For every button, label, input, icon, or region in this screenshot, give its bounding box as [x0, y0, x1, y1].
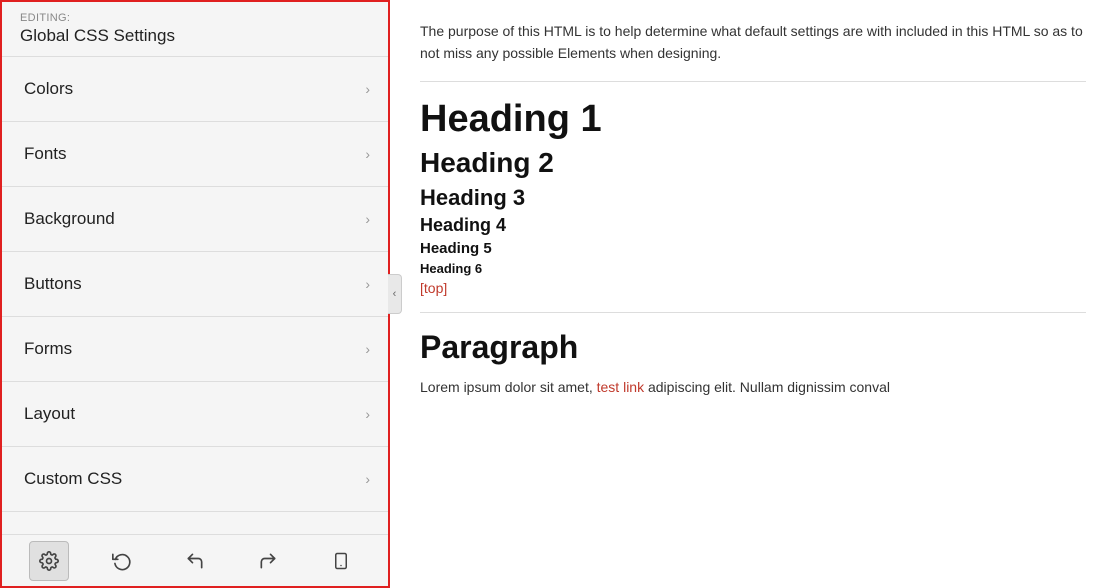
sidebar-item-label: Colors [24, 79, 73, 99]
redo-button[interactable] [248, 541, 288, 581]
history-icon [112, 551, 132, 571]
sidebar-item-buttons[interactable]: Buttons › [2, 252, 388, 317]
sidebar-title: Global CSS Settings [20, 26, 175, 45]
history-button[interactable] [102, 541, 142, 581]
sidebar-item-label: Forms [24, 339, 72, 359]
chevron-right-icon: › [365, 146, 370, 162]
top-link[interactable]: [top] [420, 280, 1086, 296]
heading-2: Heading 2 [420, 147, 1086, 179]
sidebar-item-label: Background [24, 209, 115, 229]
main-content: The purpose of this HTML is to help dete… [390, 0, 1116, 588]
sidebar-item-background[interactable]: Background › [2, 187, 388, 252]
heading-1: Heading 1 [420, 98, 1086, 141]
settings-button[interactable] [29, 541, 69, 581]
undo-icon [185, 551, 205, 571]
sidebar-item-custom-css[interactable]: Custom CSS › [2, 447, 388, 512]
chevron-right-icon: › [365, 341, 370, 357]
sidebar-header: EDITING: Global CSS Settings [2, 2, 388, 57]
sidebar-menu: Colors › Fonts › Background › Buttons › … [2, 57, 388, 534]
mobile-icon [332, 551, 350, 571]
chevron-right-icon: › [365, 211, 370, 227]
heading-3: Heading 3 [420, 185, 1086, 211]
chevron-right-icon: › [365, 406, 370, 422]
sidebar-item-label: Buttons [24, 274, 82, 294]
sidebar-toolbar [2, 534, 388, 586]
paragraph-section: Paragraph Lorem ipsum dolor sit amet, te… [420, 329, 1086, 400]
sidebar-item-layout[interactable]: Layout › [2, 382, 388, 447]
chevron-right-icon: › [365, 471, 370, 487]
chevron-right-icon: › [365, 81, 370, 97]
sidebar-item-label: Fonts [24, 144, 67, 164]
gear-icon [39, 551, 59, 571]
sidebar-item-label: Layout [24, 404, 75, 424]
paragraph-title: Paragraph [420, 329, 1086, 366]
chevron-right-icon: › [365, 276, 370, 292]
test-link[interactable]: test link [597, 379, 644, 395]
headings-section: Heading 1 Heading 2 Heading 3 Heading 4 … [420, 98, 1086, 276]
sidebar-item-colors[interactable]: Colors › [2, 57, 388, 122]
para-text-2: adipiscing elit. Nullam dignissim conval [644, 379, 890, 395]
heading-5: Heading 5 [420, 240, 1086, 257]
para-text-1: Lorem ipsum dolor sit amet, [420, 379, 597, 395]
sidebar-item-forms[interactable]: Forms › [2, 317, 388, 382]
heading-4: Heading 4 [420, 215, 1086, 236]
intro-text: The purpose of this HTML is to help dete… [420, 20, 1086, 82]
undo-button[interactable] [175, 541, 215, 581]
collapse-handle[interactable]: ‹ [388, 274, 402, 314]
section-divider [420, 312, 1086, 313]
sidebar: EDITING: Global CSS Settings Colors › Fo… [0, 0, 390, 588]
paragraph-text: Lorem ipsum dolor sit amet, test link ad… [420, 376, 1086, 400]
mobile-button[interactable] [321, 541, 361, 581]
editing-label: EDITING: [20, 12, 370, 24]
sidebar-item-fonts[interactable]: Fonts › [2, 122, 388, 187]
redo-icon [258, 551, 278, 571]
sidebar-item-label: Custom CSS [24, 469, 122, 489]
heading-6: Heading 6 [420, 261, 1086, 276]
